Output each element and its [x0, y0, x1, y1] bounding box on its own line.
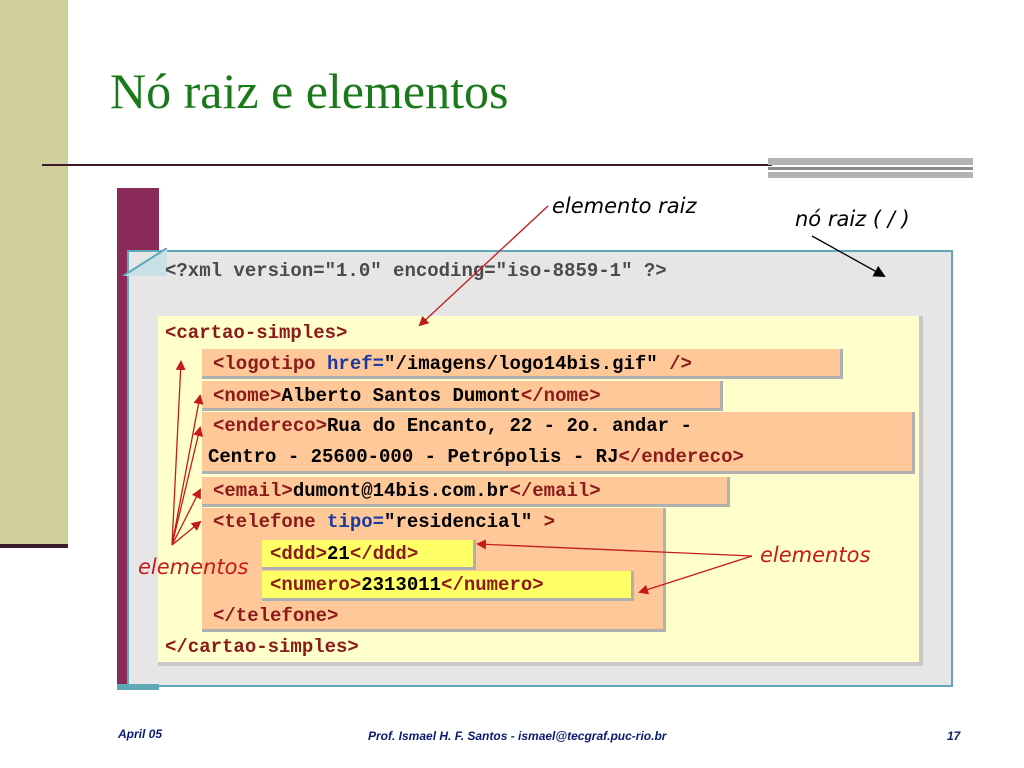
endereco-element-line1: <endereco>Rua do Encanto, 22 - 2o. andar… — [213, 415, 692, 437]
slide-sidebar — [0, 0, 68, 548]
ddd-element: <ddd>21</ddd> — [270, 543, 419, 565]
figure-bottom-accent — [117, 684, 159, 690]
telefone-close-tag: </telefone> — [213, 605, 339, 627]
annotation-elements-right: elementos — [760, 543, 871, 567]
numero-element: <numero>2313011</numero> — [270, 574, 544, 596]
annotation-elements-left: elementos — [138, 555, 249, 579]
annotation-root-node: nó raiz ( / ) — [795, 207, 910, 231]
slide-title: Nó raiz e elementos — [110, 63, 509, 119]
telefone-open-tag: <telefone tipo="residencial" > — [213, 511, 556, 533]
page-fold-icon — [123, 248, 167, 276]
footer-date: April 05 — [118, 727, 163, 741]
footer-page-number: 17 — [947, 729, 961, 743]
corner-decoration — [768, 158, 973, 178]
annotation-root-element: elemento raiz — [552, 194, 697, 218]
footer-author: Prof. Ismael H. F. Santos - ismael@tecgr… — [368, 729, 667, 743]
email-element: <email>dumont@14bis.com.br</email> — [213, 480, 601, 502]
logotipo-element: <logotipo href="/imagens/logo14bis.gif" … — [213, 353, 692, 375]
endereco-element-line2: Centro - 25600-000 - Petrópolis - RJ</en… — [208, 446, 744, 468]
title-divider — [42, 164, 772, 166]
root-close-tag: </cartao-simples> — [165, 636, 359, 658]
nome-element: <nome>Alberto Santos Dumont</nome> — [213, 385, 601, 407]
xml-declaration: <?xml version="1.0" encoding="iso-8859-1… — [165, 260, 667, 282]
root-open-tag: <cartao-simples> — [165, 322, 348, 344]
sidebar-rule — [0, 544, 68, 548]
